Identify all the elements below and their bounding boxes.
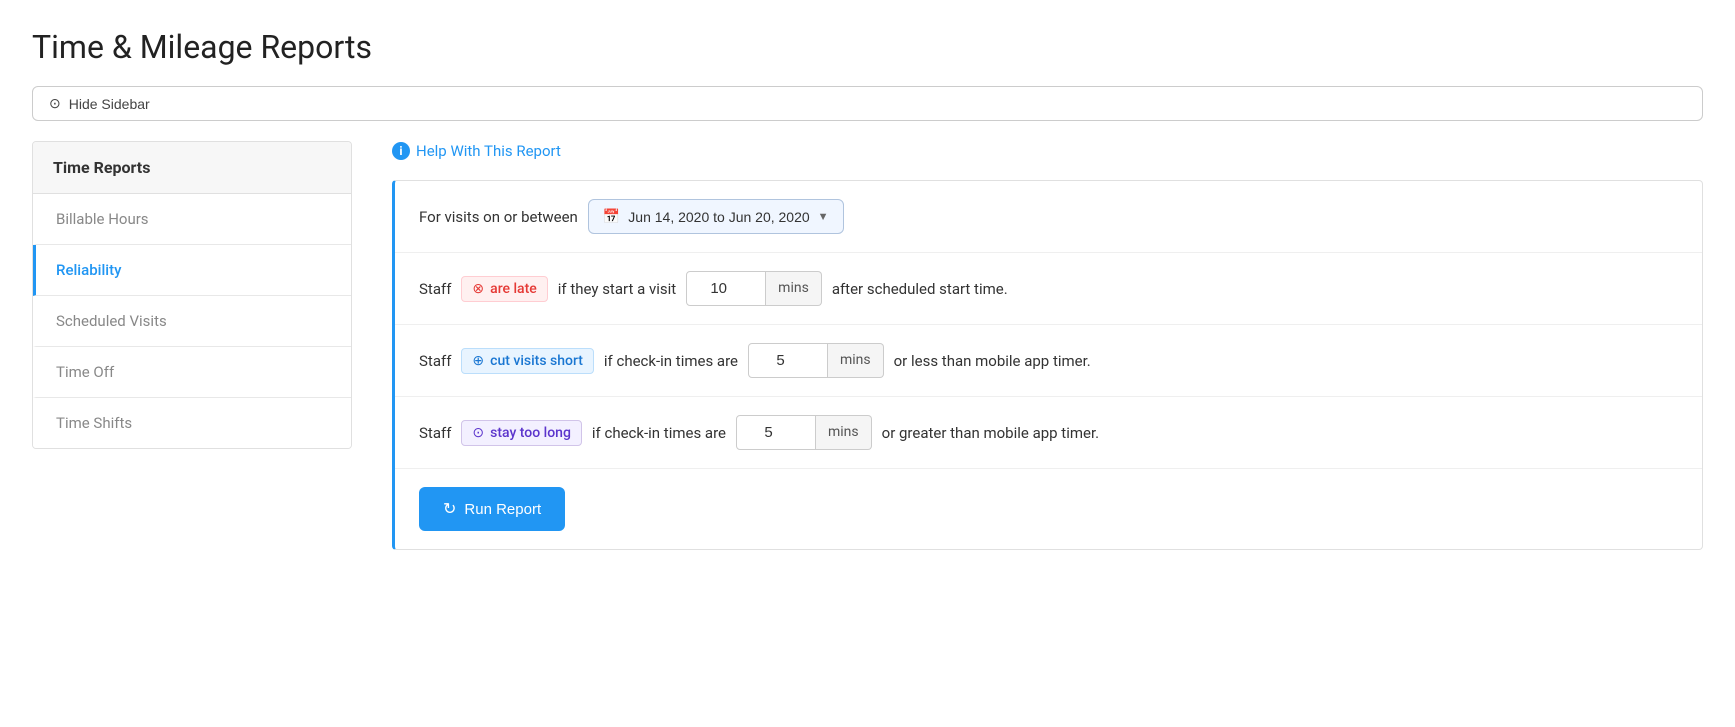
late-minutes-input[interactable] bbox=[686, 271, 766, 306]
row2-middle: if check-in times are bbox=[604, 352, 738, 370]
row1-prefix: Staff bbox=[419, 280, 451, 298]
sidebar-item-scheduled-visits[interactable]: Scheduled Visits bbox=[33, 296, 351, 347]
run-report-row: ↻ Run Report bbox=[395, 469, 1702, 549]
sidebar-item-time-off[interactable]: Time Off bbox=[33, 347, 351, 398]
run-report-button[interactable]: ↻ Run Report bbox=[419, 487, 565, 531]
date-range-value: Jun 14, 2020 to Jun 20, 2020 bbox=[628, 209, 809, 225]
row3-middle: if check-in times are bbox=[592, 424, 726, 442]
help-link[interactable]: i Help With This Report bbox=[392, 142, 561, 160]
row3-prefix: Staff bbox=[419, 424, 451, 442]
stay-long-label: stay too long bbox=[490, 425, 571, 441]
long-minutes-group: mins bbox=[736, 415, 872, 450]
short-minutes-group: mins bbox=[748, 343, 884, 378]
row1-suffix: after scheduled start time. bbox=[832, 280, 1008, 298]
row2-prefix: Staff bbox=[419, 352, 451, 370]
hide-sidebar-button[interactable]: ⊙ Hide Sidebar bbox=[32, 86, 1703, 121]
date-range-picker[interactable]: 📅 Jun 14, 2020 to Jun 20, 2020 ▼ bbox=[588, 199, 844, 234]
are-late-row: Staff ⊗ are late if they start a visit m… bbox=[395, 253, 1702, 325]
report-form: For visits on or between 📅 Jun 14, 2020 … bbox=[392, 180, 1703, 550]
main-content: i Help With This Report For visits on or… bbox=[352, 141, 1703, 727]
row3-suffix: or greater than mobile app timer. bbox=[882, 424, 1099, 442]
chevron-down-icon: ▼ bbox=[818, 211, 829, 223]
cut-short-badge: ⊕ cut visits short bbox=[461, 348, 593, 374]
long-minutes-unit: mins bbox=[816, 415, 872, 450]
are-late-badge: ⊗ are late bbox=[461, 276, 547, 302]
late-minutes-group: mins bbox=[686, 271, 822, 306]
help-link-label: Help With This Report bbox=[416, 142, 561, 160]
refresh-icon: ↻ bbox=[443, 499, 456, 519]
row1-middle: if they start a visit bbox=[558, 280, 676, 298]
late-minutes-unit: mins bbox=[766, 271, 822, 306]
sidebar-item-billable-hours[interactable]: Billable Hours bbox=[33, 194, 351, 245]
eye-icon: ⊙ bbox=[49, 95, 61, 112]
are-late-label: are late bbox=[490, 281, 537, 297]
sidebar-item-time-shifts[interactable]: Time Shifts bbox=[33, 398, 351, 448]
stay-long-icon: ⊙ bbox=[472, 425, 484, 441]
late-icon: ⊗ bbox=[472, 281, 484, 297]
date-range-row: For visits on or between 📅 Jun 14, 2020 … bbox=[395, 181, 1702, 253]
stay-long-badge: ⊙ stay too long bbox=[461, 420, 582, 446]
hide-sidebar-label: Hide Sidebar bbox=[69, 96, 150, 112]
run-report-label: Run Report bbox=[464, 501, 541, 518]
short-minutes-unit: mins bbox=[828, 343, 884, 378]
sidebar: Time Reports Billable Hours Reliability … bbox=[32, 141, 352, 449]
stay-long-row: Staff ⊙ stay too long if check-in times … bbox=[395, 397, 1702, 469]
short-minutes-input[interactable] bbox=[748, 343, 828, 378]
date-prefix-label: For visits on or between bbox=[419, 208, 578, 226]
long-minutes-input[interactable] bbox=[736, 415, 816, 450]
calendar-icon: 📅 bbox=[603, 208, 620, 225]
info-icon: i bbox=[392, 142, 410, 160]
cut-short-label: cut visits short bbox=[490, 353, 583, 369]
sidebar-header: Time Reports bbox=[33, 142, 351, 194]
cut-short-icon: ⊕ bbox=[472, 353, 484, 369]
cut-short-row: Staff ⊕ cut visits short if check-in tim… bbox=[395, 325, 1702, 397]
row2-suffix: or less than mobile app timer. bbox=[894, 352, 1091, 370]
page-title: Time & Mileage Reports bbox=[32, 28, 1703, 66]
sidebar-item-reliability[interactable]: Reliability bbox=[33, 245, 351, 296]
